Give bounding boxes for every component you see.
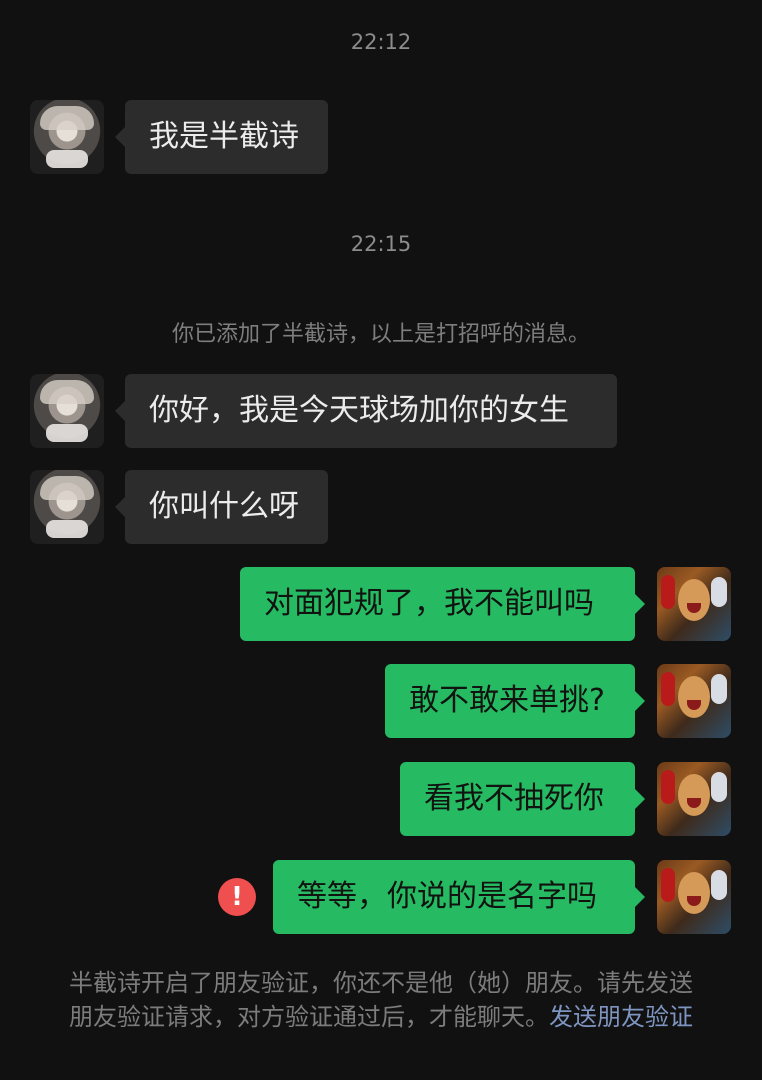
system-notice: 你已添加了半截诗，以上是打招呼的消息。 <box>171 322 590 347</box>
friend-verification-footer: 半截诗开启了朋友验证，你还不是他（她）朋友。请先发送朋友验证请求，对方验证通过后… <box>66 966 696 1034</box>
avatar-decoration <box>661 868 675 902</box>
user-avatar[interactable] <box>657 567 731 641</box>
avatar-decoration <box>711 577 727 607</box>
contact-avatar[interactable] <box>30 470 104 544</box>
avatar-decoration <box>711 772 727 802</box>
scarf-decoration <box>46 520 88 538</box>
incoming-message-bubble[interactable]: 你好，我是今天球场加你的女生 <box>115 374 617 448</box>
user-avatar[interactable] <box>657 762 731 836</box>
avatar-decoration <box>661 672 675 706</box>
hair-decoration <box>40 476 94 500</box>
user-avatar[interactable] <box>657 860 731 934</box>
scarf-decoration <box>46 424 88 442</box>
user-avatar[interactable] <box>657 664 731 738</box>
face-illustration <box>678 579 710 621</box>
scarf-decoration <box>46 150 88 168</box>
face-illustration <box>678 676 710 718</box>
outgoing-message-bubble[interactable]: 等等，你说的是名字吗 <box>273 860 645 934</box>
avatar-decoration <box>661 770 675 804</box>
avatar-decoration <box>711 870 727 900</box>
incoming-message-bubble[interactable]: 我是半截诗 <box>115 100 328 174</box>
hair-decoration <box>40 106 94 130</box>
incoming-message-bubble[interactable]: 你叫什么呀 <box>115 470 328 544</box>
send-friend-verification-link[interactable]: 发送朋友验证 <box>549 1003 693 1031</box>
timestamp: 22:12 <box>350 30 412 54</box>
hair-decoration <box>40 380 94 404</box>
avatar-decoration <box>661 575 675 609</box>
outgoing-message-bubble[interactable]: 看我不抽死你 <box>400 762 645 836</box>
outgoing-message-bubble[interactable]: 对面犯规了，我不能叫吗 <box>240 567 645 641</box>
contact-avatar[interactable] <box>30 374 104 448</box>
chat-screen: 22:12 我是半截诗 22:15 你已添加了半截诗，以上是打招呼的消息。 你好… <box>0 0 762 1080</box>
exclamation-circle-icon[interactable]: ! <box>218 878 256 916</box>
outgoing-message-bubble[interactable]: 敢不敢来单挑? <box>385 664 645 738</box>
face-illustration <box>678 872 710 914</box>
avatar-decoration <box>711 674 727 704</box>
timestamp: 22:15 <box>350 232 412 256</box>
contact-avatar[interactable] <box>30 100 104 174</box>
face-illustration <box>678 774 710 816</box>
